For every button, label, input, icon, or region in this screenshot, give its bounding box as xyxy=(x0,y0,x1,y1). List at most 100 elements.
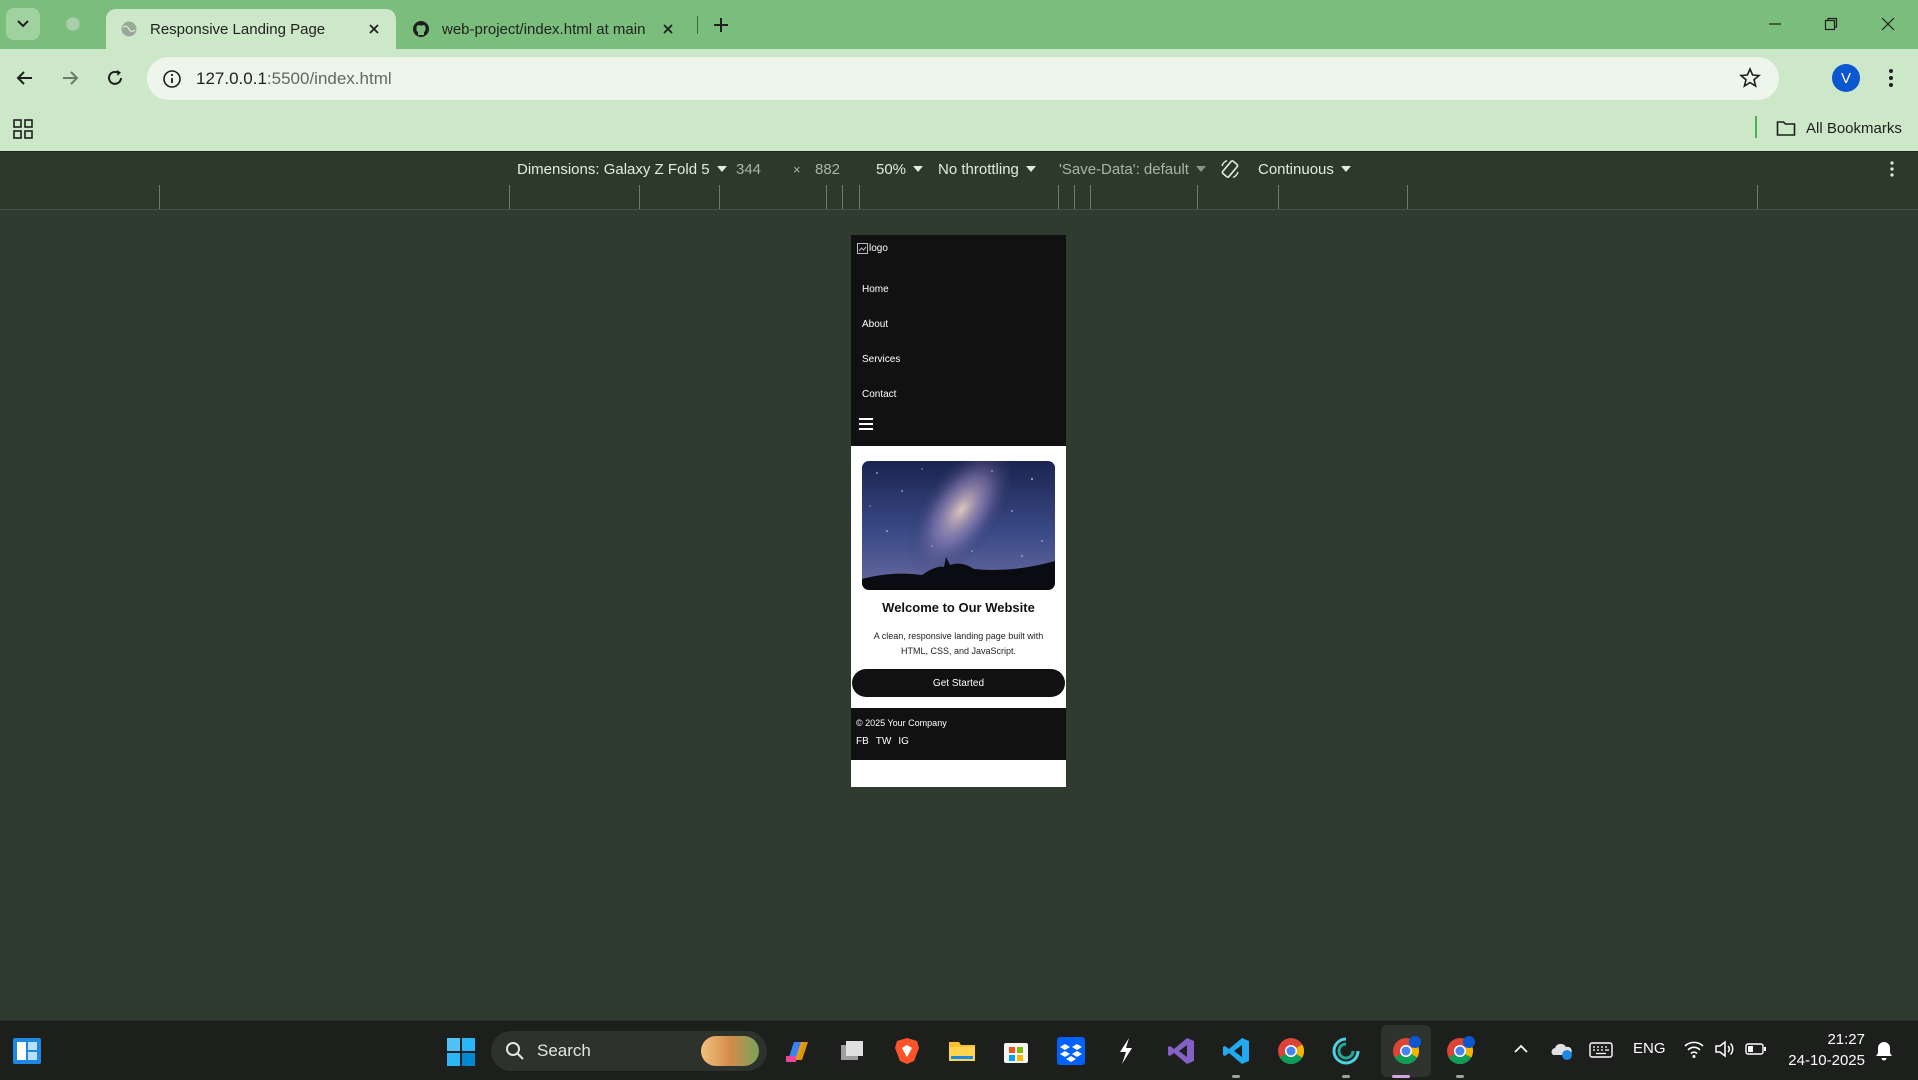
dimensions-dropdown[interactable]: Dimensions: Galaxy Z Fold 5 xyxy=(517,152,727,186)
wifi-icon[interactable] xyxy=(1683,1039,1705,1059)
battery-icon[interactable] xyxy=(1745,1041,1767,1057)
folder-icon xyxy=(1776,121,1796,136)
site-header: logo Home About Services Contact xyxy=(851,235,1066,446)
mode-dropdown[interactable]: Continuous xyxy=(1258,152,1351,186)
tab-group-button[interactable] xyxy=(56,8,90,40)
hamburger-menu-icon[interactable] xyxy=(859,418,873,432)
taskbar-app-dropbox[interactable] xyxy=(1055,1035,1087,1067)
rotate-button[interactable] xyxy=(1219,152,1243,186)
restore-button[interactable] xyxy=(1816,10,1846,38)
app-running-indicator xyxy=(1456,1075,1464,1078)
vscode-icon xyxy=(1223,1038,1249,1064)
globe-icon xyxy=(65,16,81,32)
social-link-fb[interactable]: FB xyxy=(856,736,869,747)
device-toolbar-more-button[interactable] xyxy=(1884,152,1900,186)
site-footer: © 2025 Your Company FB TW IG xyxy=(851,708,1066,760)
taskbar-app-visual-studio[interactable] xyxy=(1165,1035,1197,1067)
reload-button[interactable] xyxy=(100,63,130,93)
chevron-up-icon[interactable] xyxy=(1512,1040,1530,1058)
taskbar: Search ENG 21:27 24-10-2025 xyxy=(0,1020,1918,1080)
dimensions-label: Dimensions: Galaxy Z Fold 5 xyxy=(517,160,710,178)
onedrive-icon[interactable] xyxy=(1549,1039,1573,1061)
profile-avatar[interactable]: V xyxy=(1832,64,1860,92)
window-close-button[interactable] xyxy=(1873,10,1903,38)
taskbar-app-vscode[interactable] xyxy=(1220,1035,1252,1067)
browser-menu-button[interactable] xyxy=(1878,63,1904,93)
arrow-right-icon xyxy=(63,71,79,85)
mode-label: Continuous xyxy=(1258,160,1334,178)
nav-link-contact[interactable]: Contact xyxy=(862,389,896,400)
close-icon[interactable] xyxy=(660,21,676,37)
taskbar-app-copilot[interactable] xyxy=(781,1035,813,1067)
notification-bell-icon[interactable] xyxy=(1873,1040,1895,1062)
zoom-dropdown[interactable]: 50% xyxy=(876,152,924,186)
close-icon[interactable] xyxy=(366,21,382,37)
ruler-tick xyxy=(1278,185,1279,209)
ruler-tick xyxy=(509,185,510,209)
height-input[interactable]: 882 xyxy=(815,152,840,186)
forward-button[interactable] xyxy=(55,63,85,93)
nav-link-services[interactable]: Services xyxy=(862,354,900,365)
caret-down-icon xyxy=(1340,166,1351,172)
logo-alt-text: logo xyxy=(869,243,888,254)
taskbar-app-ai-assistant[interactable] xyxy=(1330,1035,1362,1067)
taskbar-app-task-view[interactable] xyxy=(836,1035,868,1067)
windows-start-icon[interactable] xyxy=(446,1037,476,1067)
back-button[interactable] xyxy=(10,63,40,93)
chrome-icon xyxy=(1393,1036,1421,1065)
throttling-dropdown[interactable]: No throttling xyxy=(938,152,1036,186)
star-icon[interactable] xyxy=(1739,67,1761,89)
ruler-tick xyxy=(159,185,160,209)
taskbar-app-file-explorer[interactable] xyxy=(946,1035,978,1067)
reload-icon xyxy=(108,70,122,85)
new-tab-icon[interactable] xyxy=(708,12,734,38)
more-vertical-icon xyxy=(1890,161,1894,177)
site-logo[interactable]: logo xyxy=(857,243,888,254)
tab-search-button[interactable] xyxy=(6,8,40,40)
search-icon xyxy=(506,1042,524,1060)
close-icon xyxy=(1881,17,1895,31)
ruler-tick xyxy=(1058,185,1059,209)
taskbar-app-lightning[interactable] xyxy=(1110,1035,1142,1067)
caret-down-icon xyxy=(1195,166,1206,172)
nav-link-home[interactable]: Home xyxy=(862,284,889,295)
save-data-dropdown[interactable]: 'Save-Data': default xyxy=(1059,152,1206,186)
nav-link-about[interactable]: About xyxy=(862,319,888,330)
system-clock[interactable]: 21:27 24-10-2025 xyxy=(1785,1029,1865,1071)
ruler-tick xyxy=(1090,185,1091,209)
info-icon[interactable] xyxy=(160,67,184,91)
hero-description: A clean, responsive landing page built w… xyxy=(873,631,1044,656)
keyboard-icon[interactable] xyxy=(1589,1041,1613,1059)
restore-icon xyxy=(1824,17,1838,31)
taskbar-app-chrome-profile-v2[interactable] xyxy=(1444,1035,1476,1067)
app-active-indicator xyxy=(1392,1075,1410,1078)
volume-icon[interactable] xyxy=(1714,1039,1736,1059)
taskbar-app-chrome[interactable] xyxy=(1275,1035,1307,1067)
chrome-icon xyxy=(1278,1038,1305,1065)
bookmarks-separator xyxy=(1755,116,1757,138)
taskbar-app-brave[interactable] xyxy=(891,1035,923,1067)
social-link-tw[interactable]: TW xyxy=(876,736,892,747)
emulated-page: logo Home About Services Contact Welcome… xyxy=(851,235,1066,787)
tab-responsive-landing-page[interactable]: Responsive Landing Page xyxy=(106,9,396,49)
apps-grid-icon[interactable] xyxy=(12,118,34,140)
taskbar-app-chrome-profile-v[interactable] xyxy=(1390,1035,1422,1067)
taskbar-search-box[interactable]: Search xyxy=(491,1031,767,1071)
media-query-ruler[interactable] xyxy=(0,185,1918,210)
taskbar-app-store[interactable] xyxy=(1000,1035,1032,1067)
tab-github[interactable]: web-project/index.html at main xyxy=(398,9,690,49)
brave-icon xyxy=(895,1038,919,1064)
widgets-icon[interactable] xyxy=(12,1037,42,1065)
copilot-icon xyxy=(786,1042,808,1062)
caret-down-icon xyxy=(1025,166,1036,172)
minimize-button[interactable] xyxy=(1760,10,1790,38)
all-bookmarks-button[interactable]: All Bookmarks xyxy=(1776,116,1902,140)
width-input[interactable]: 344 xyxy=(736,152,761,186)
language-indicator[interactable]: ENG xyxy=(1633,1040,1666,1057)
zoom-label: 50% xyxy=(876,160,907,178)
get-started-button[interactable]: Get Started xyxy=(852,669,1065,697)
address-bar[interactable]: 127.0.0.1:5500/index.html xyxy=(147,57,1779,100)
social-link-ig[interactable]: IG xyxy=(898,736,909,747)
chrome-icon xyxy=(1447,1036,1475,1065)
ruler-tick xyxy=(719,185,720,209)
